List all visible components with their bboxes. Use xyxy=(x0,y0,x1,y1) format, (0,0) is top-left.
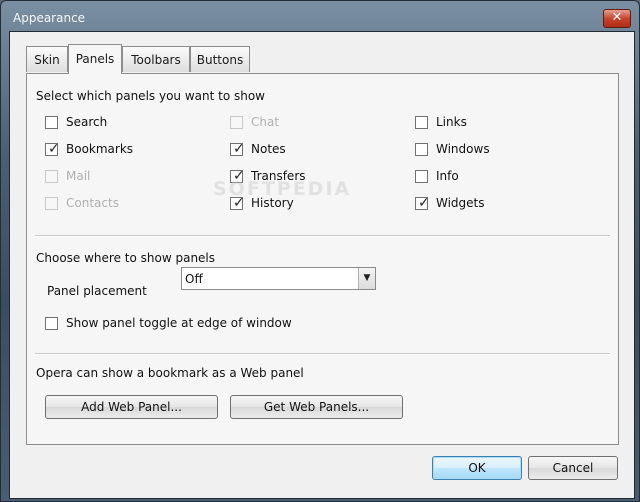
checkbox-label: Links xyxy=(436,115,467,129)
checkbox-box[interactable] xyxy=(415,116,428,129)
checkbox-label: Bookmarks xyxy=(66,142,134,156)
checkbox-box[interactable] xyxy=(415,170,428,183)
checkbox-label: Notes xyxy=(251,142,286,156)
ok-button[interactable]: OK xyxy=(432,456,522,480)
separator xyxy=(35,235,610,237)
panels-section-title: Select which panels you want to show xyxy=(36,89,265,103)
checkbox-box[interactable] xyxy=(45,317,58,330)
checkmark-icon: ✓ xyxy=(418,195,430,211)
checkbox-label: Mail xyxy=(66,169,91,183)
window-title: Appearance xyxy=(13,11,86,25)
close-icon: ✕ xyxy=(611,10,623,25)
web-panel-section-title: Opera can show a bookmark as a Web panel xyxy=(36,366,304,380)
separator xyxy=(35,353,610,355)
checkbox-box xyxy=(45,197,58,210)
placement-section-title: Choose where to show panels xyxy=(36,251,216,265)
checkbox-label: Widgets xyxy=(436,196,485,210)
checkbox-box xyxy=(45,170,58,183)
checkbox-box[interactable]: ✓ xyxy=(230,141,245,157)
cancel-button[interactable]: Cancel xyxy=(528,456,618,480)
tab-panels[interactable]: Panels xyxy=(68,44,122,74)
checkbox-label: Show panel toggle at edge of window xyxy=(66,316,292,330)
panel-placement-label: Panel placement xyxy=(47,284,147,298)
close-button[interactable]: ✕ xyxy=(603,9,631,28)
appearance-dialog: Appearance ✕ Skin Panels Toolbars Button… xyxy=(0,0,640,502)
add-web-panel-button[interactable]: Add Web Panel... xyxy=(45,395,218,419)
title-bar[interactable]: Appearance ✕ xyxy=(1,1,639,35)
checkbox-box[interactable]: ✓ xyxy=(415,195,430,211)
tab-toolbars[interactable]: Toolbars xyxy=(122,46,190,72)
chevron-down-icon[interactable]: ▼ xyxy=(358,268,375,289)
checkbox-label: Contacts xyxy=(66,196,119,210)
checkbox-box[interactable] xyxy=(415,143,428,156)
checkbox-label: Chat xyxy=(251,115,280,129)
checkbox-box[interactable]: ✓ xyxy=(45,141,60,157)
panel-placement-value: Off xyxy=(185,272,203,286)
panels-tab-content: Select which panels you want to show Sea… xyxy=(26,73,619,445)
checkbox-label: Windows xyxy=(436,142,490,156)
watermark: SOFTPEDIA xyxy=(213,178,352,200)
checkbox-label: Info xyxy=(436,169,459,183)
tab-skin[interactable]: Skin xyxy=(26,46,68,72)
checkbox-box[interactable] xyxy=(45,116,58,129)
checkmark-icon: ✓ xyxy=(233,141,245,157)
dialog-body: Skin Panels Toolbars Buttons Select whic… xyxy=(9,31,635,499)
tab-buttons[interactable]: Buttons xyxy=(190,46,250,72)
get-web-panels-button[interactable]: Get Web Panels... xyxy=(230,395,403,419)
checkmark-icon: ✓ xyxy=(48,141,60,157)
checkbox-box xyxy=(230,116,243,129)
checkbox-label: Search xyxy=(66,115,108,129)
panel-placement-select[interactable]: Off ▼ xyxy=(181,267,376,290)
